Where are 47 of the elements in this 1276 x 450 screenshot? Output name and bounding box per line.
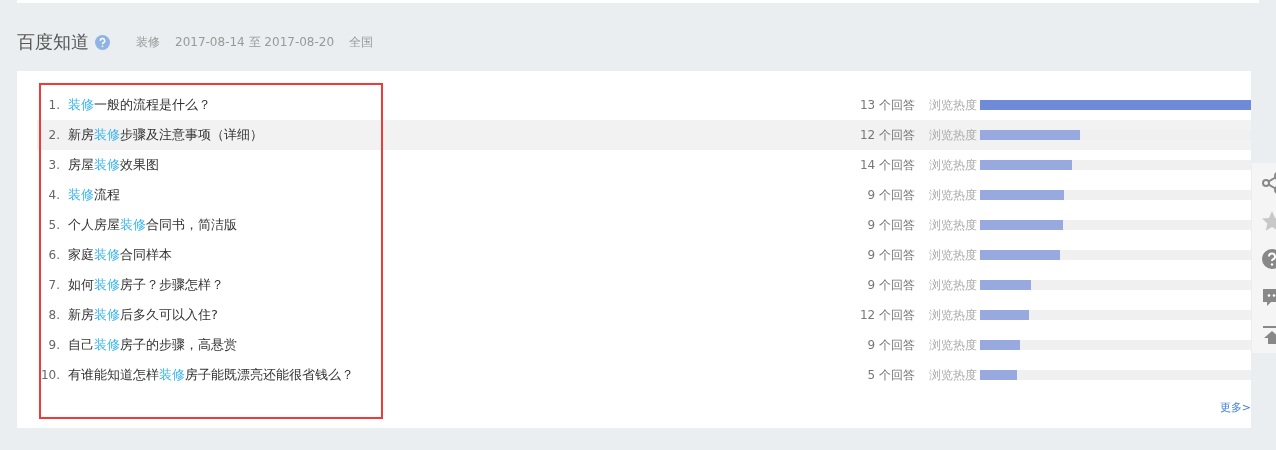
heat-label: 浏览热度 [929, 306, 977, 324]
section-title: 百度知道 [17, 30, 89, 54]
help-icon[interactable] [95, 34, 110, 50]
region-label: 全国 [349, 33, 374, 51]
question-link[interactable]: 自己装修房子的步骤，高悬赏 [68, 336, 825, 354]
rank-number: 6. [47, 248, 61, 262]
answer-count: 9 个回答 [866, 336, 915, 354]
answer-count: 5 个回答 [866, 366, 915, 384]
answer-count: 13 个回答 [858, 96, 915, 114]
date-range: 2017-08-14 至 2017-08-20 [175, 33, 335, 51]
heat-label: 浏览热度 [929, 246, 977, 264]
answer-count: 9 个回答 [866, 276, 915, 294]
answer-count: 12 个回答 [858, 126, 915, 144]
answer-count: 9 个回答 [866, 216, 915, 234]
rank-number: 4. [47, 188, 61, 202]
heat-label: 浏览热度 [929, 186, 977, 204]
rank-number: 1. [47, 98, 61, 112]
rank-number: 7. [47, 278, 61, 292]
question-link[interactable]: 新房装修步骤及注意事项（详细） [68, 126, 825, 144]
question-link[interactable]: 新房装修后多久可以入住? [68, 306, 825, 324]
question-link[interactable]: 有谁能知道怎样装修房子能既漂亮还能很省钱么？ [68, 366, 825, 384]
rank-number: 3. [47, 158, 61, 172]
question-link[interactable]: 房屋装修效果图 [68, 156, 825, 174]
answer-count: 14 个回答 [858, 156, 915, 174]
heat-label: 浏览热度 [929, 96, 977, 114]
question-row[interactable]: 2. 新房装修步骤及注意事项（详细） 12 个回答 浏览热度 [37, 120, 1251, 150]
question-link[interactable]: 个人房屋装修合同书，简洁版 [68, 216, 825, 234]
more-link[interactable]: 更多> [1219, 400, 1251, 415]
heat-label: 浏览热度 [929, 156, 977, 174]
rank-number: 9. [47, 338, 61, 352]
question-link[interactable]: 装修流程 [68, 186, 825, 204]
heat-label: 浏览热度 [929, 336, 977, 354]
rank-number: 2. [47, 128, 61, 142]
question-link[interactable]: 家庭装修合同样本 [68, 246, 825, 264]
answer-count: 9 个回答 [866, 246, 915, 264]
heat-label: 浏览热度 [929, 216, 977, 234]
heat-label: 浏览热度 [929, 276, 977, 294]
rank-number: 10. [39, 368, 61, 382]
rank-number: 5. [47, 218, 61, 232]
answer-count: 9 个回答 [866, 186, 915, 204]
heat-label: 浏览热度 [929, 126, 977, 144]
heat-label: 浏览热度 [929, 366, 977, 384]
question-link[interactable]: 如何装修房子？步骤怎样？ [68, 276, 825, 294]
keyword-label: 装修 [136, 33, 160, 51]
answer-count: 12 个回答 [858, 306, 915, 324]
question-link[interactable]: 装修一般的流程是什么？ [68, 96, 825, 114]
rank-number: 8. [47, 308, 61, 322]
